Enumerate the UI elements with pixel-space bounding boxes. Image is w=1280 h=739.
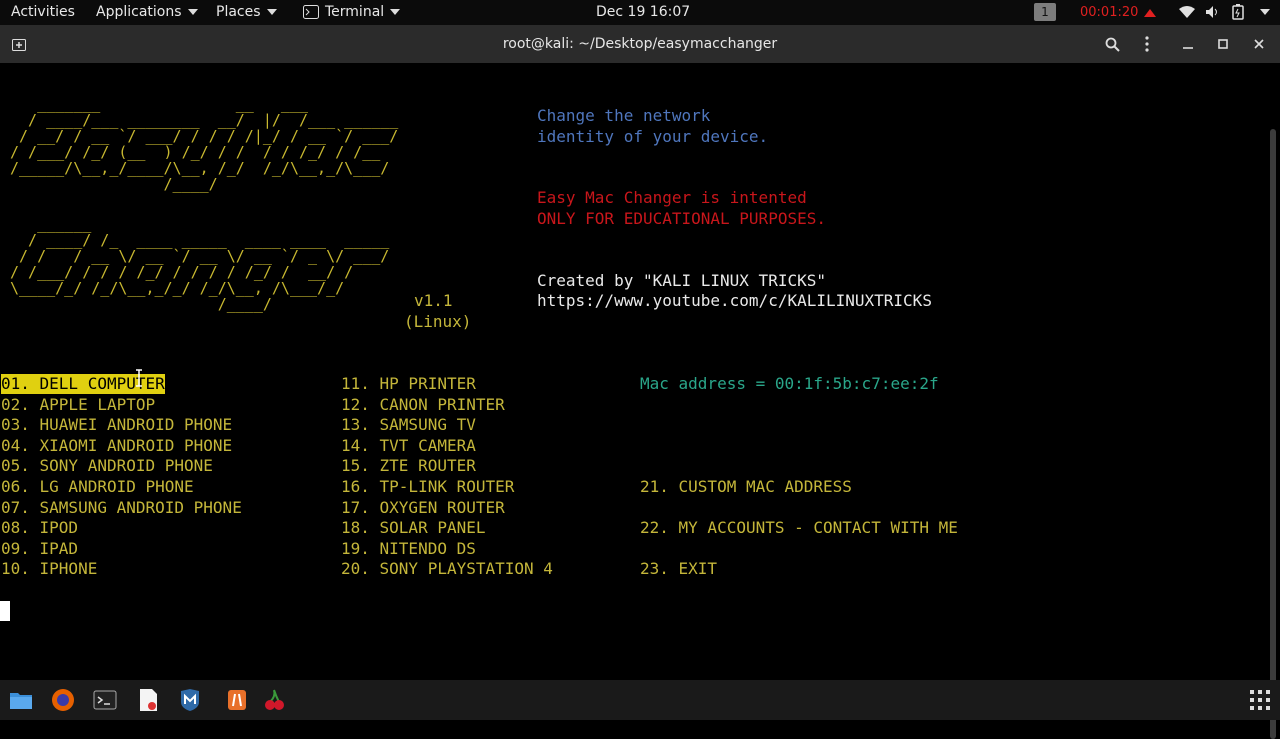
chevron-down-icon: [266, 9, 277, 15]
warning-line: Easy Mac Changer is intented: [537, 188, 807, 207]
menu-option: 17. OXYGEN ROUTER: [341, 498, 505, 517]
mac-address-readout: Mac address = 00:1f:5b:c7:ee:2f: [640, 374, 939, 393]
close-button[interactable]: [1244, 25, 1274, 63]
recorder-icon: [1143, 8, 1156, 17]
chevron-down-icon: [390, 9, 401, 15]
recording-time: 00:01:20: [1080, 5, 1139, 20]
tagline-line: identity of your device.: [537, 127, 769, 146]
window-titlebar[interactable]: root@kali: ~/Desktop/easymacchanger: [0, 25, 1280, 63]
ascii-banner-line: _______ __ ___: [10, 95, 309, 113]
applications-label: Applications: [96, 4, 182, 20]
ascii-banner-line: /____/: [10, 175, 218, 193]
ascii-banner-line: ______: [10, 215, 92, 233]
applications-menu[interactable]: Applications: [96, 0, 198, 25]
platform-label: (Linux): [404, 312, 472, 331]
ascii-banner-line: \____/_/ /_/\__,_/_/ /_/\__, /\___/_/: [10, 279, 345, 297]
terminal-app-menu[interactable]: Terminal: [303, 0, 401, 25]
terminal-menu-label: Terminal: [325, 4, 385, 20]
burpsuite-icon[interactable]: [225, 688, 249, 712]
ascii-banner-line: / __/ / __ `/ ___/ / / / /|_/ / __ `/ __…: [10, 127, 399, 145]
ascii-banner-line: / / / __ \/ __ `/ __ \/ __ `/ _ \/ ___/: [10, 247, 390, 265]
terminal-output[interactable]: _______ __ ___ / ____/___ ________ __/ |…: [0, 63, 1276, 739]
tagline-line: Change the network: [537, 106, 711, 125]
chevron-down-icon: [1260, 9, 1270, 15]
chevron-down-icon: [187, 9, 198, 15]
activities-button[interactable]: Activities: [11, 0, 75, 25]
ascii-banner-line: / /___/ / / / /_/ / / / / /_/ / __/ /: [10, 263, 354, 281]
files-icon[interactable]: [9, 688, 33, 712]
text-cursor-icon: [136, 369, 142, 387]
terminal-cursor: [0, 601, 10, 621]
battery-icon[interactable]: [1232, 0, 1244, 25]
menu-option: 05. SONY ANDROID PHONE: [1, 456, 213, 475]
menu-option: 13. SAMSUNG TV: [341, 415, 476, 434]
maximize-button[interactable]: [1208, 25, 1238, 63]
credit-line: Created by "KALI LINUX TRICKS": [537, 271, 826, 290]
text-editor-icon[interactable]: [136, 688, 160, 712]
menu-button[interactable]: [1132, 25, 1162, 63]
menu-option: 20. SONY PLAYSTATION 4: [341, 559, 553, 578]
ascii-banner-line: / /___/ /_/ (__ ) /_/ / / / / /_/ / /__: [10, 143, 381, 161]
menu-option: 15. ZTE ROUTER: [341, 456, 476, 475]
menu-option: 06. LG ANDROID PHONE: [1, 477, 194, 496]
system-menu-caret[interactable]: [1254, 0, 1270, 25]
window-title: root@kali: ~/Desktop/easymacchanger: [502, 36, 778, 52]
new-tab-button[interactable]: [4, 25, 34, 63]
workspace-number: 1: [1034, 3, 1056, 21]
menu-option: 19. NITENDO DS: [341, 539, 476, 558]
menu-option: 16. TP-LINK ROUTER: [341, 477, 515, 496]
metasploit-icon[interactable]: [178, 688, 202, 712]
ascii-banner-line: / ____/___ ________ __/ |/ /___ ______: [10, 111, 399, 129]
firefox-icon[interactable]: [51, 688, 75, 712]
cherrytree-icon[interactable]: [262, 688, 286, 712]
menu-option: 02. APPLE LAPTOP: [1, 395, 156, 414]
search-icon: [1105, 37, 1120, 52]
version-label: v1.1: [414, 291, 453, 310]
close-icon: [1254, 39, 1264, 49]
workspace-indicator[interactable]: 1: [1034, 0, 1056, 25]
menu-option: 03. HUAWEI ANDROID PHONE: [1, 415, 233, 434]
menu-option: 10. IPHONE: [1, 559, 98, 578]
recording-timer[interactable]: 00:01:20: [1080, 0, 1157, 25]
wifi-icon[interactable]: [1179, 0, 1195, 25]
menu-option: 23. EXIT: [640, 559, 718, 578]
ascii-banner-line: /_____/\__,_/____/\__, /_/ /_/\__,_/\___…: [10, 159, 390, 177]
new-tab-icon: [12, 39, 26, 51]
terminal-scrollbar[interactable]: [1270, 129, 1276, 739]
places-menu[interactable]: Places: [216, 0, 277, 25]
menu-option: 21. CUSTOM MAC ADDRESS: [640, 477, 852, 496]
volume-icon[interactable]: [1205, 0, 1221, 25]
maximize-icon: [1218, 39, 1228, 49]
menu-option: 18. SOLAR PANEL: [341, 518, 486, 537]
minimize-button[interactable]: [1173, 25, 1203, 63]
terminal-small-icon: [303, 5, 319, 19]
kebab-menu-icon: [1145, 36, 1149, 52]
dock: [0, 680, 1280, 720]
search-button[interactable]: [1097, 25, 1127, 63]
menu-option: 04. XIAOMI ANDROID PHONE: [1, 436, 233, 455]
clock[interactable]: Dec 19 16:07: [596, 0, 690, 25]
terminal-icon[interactable]: [93, 688, 117, 712]
menu-option: 07. SAMSUNG ANDROID PHONE: [1, 498, 242, 517]
menu-option: 12. CANON PRINTER: [341, 395, 505, 414]
top-panel: Activities Applications Places Terminal …: [0, 0, 1280, 25]
menu-option: 09. IPAD: [1, 539, 79, 558]
minimize-icon: [1183, 47, 1193, 49]
menu-option: 08. IPOD: [1, 518, 79, 537]
ascii-banner-line: / ____/ /_ ____ _____ ____ ____ _____: [10, 231, 390, 249]
app-grid-icon[interactable]: [1248, 688, 1272, 712]
ascii-banner-line: /____/: [10, 295, 272, 313]
menu-option: 22. MY ACCOUNTS - CONTACT WITH ME: [640, 518, 958, 537]
warning-line: ONLY FOR EDUCATIONAL PURPOSES.: [537, 209, 826, 228]
youtube-url[interactable]: https://www.youtube.com/c/KALILINUXTRICK…: [537, 291, 932, 311]
menu-option: 11. HP PRINTER: [341, 374, 476, 393]
places-label: Places: [216, 4, 261, 20]
menu-option: 14. TVT CAMERA: [341, 436, 476, 455]
